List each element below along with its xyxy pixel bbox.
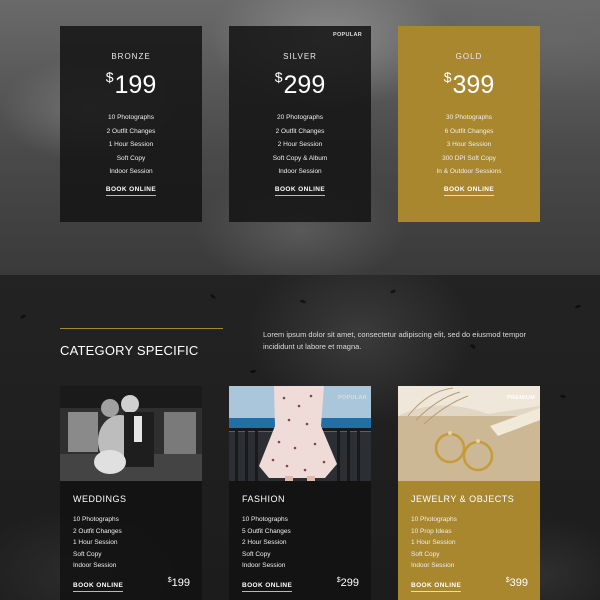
feature-item: 2 Outfit Changes xyxy=(73,527,122,535)
price-amount: 399 xyxy=(509,577,528,589)
bird-print xyxy=(574,304,582,309)
currency-symbol: $ xyxy=(443,69,452,85)
feature-item: 20 Photographs xyxy=(277,114,323,121)
feature-item: 10 Photographs xyxy=(411,516,457,523)
feature-item: Soft Copy xyxy=(411,550,440,558)
feature-item: 3 Hour Session xyxy=(446,141,492,148)
bird-print xyxy=(389,288,397,295)
pricing-card-silver: POPULAR SILVER $299 20 Photographs 2 Out… xyxy=(229,26,371,222)
feature-list: 30 Photographs 6 Outfit Changes 3 Hour S… xyxy=(398,111,540,179)
category-card-weddings: WEDDINGS 10 Photographs 2 Outfit Changes… xyxy=(60,386,202,600)
price: $299 xyxy=(337,577,359,589)
feature-item: 300 DPI Soft Copy xyxy=(442,154,496,162)
feature-item: Indoor Session xyxy=(411,562,455,569)
price-amount: 399 xyxy=(452,71,495,99)
book-online-button[interactable]: BOOK ONLINE xyxy=(443,186,495,196)
currency-symbol: $ xyxy=(105,69,114,85)
category-card-fashion: POPULAR FASHION 10 Photographs 5 Outfit … xyxy=(229,386,371,600)
wedding-couple-photo xyxy=(60,386,202,481)
feature-item: In & Outdoor Sessions xyxy=(436,168,502,175)
category-name: JEWELRY & OBJECTS xyxy=(411,494,515,504)
section-title: CATEGORY SPECIFIC xyxy=(60,343,199,358)
feature-item: 2 Hour Session xyxy=(242,539,287,546)
category-card-jewelry: PREMIUM JEWELRY & OBJECTS 10 Photographs… xyxy=(398,386,540,600)
feature-list: 10 Photographs 10 Prop Ideas 1 Hour Sess… xyxy=(411,514,457,572)
feature-item: 2 Outfit Changes xyxy=(106,127,156,135)
bird-print xyxy=(299,299,307,304)
book-online-button[interactable]: BOOK ONLINE xyxy=(73,582,124,592)
feature-item: 1 Hour Session xyxy=(411,539,456,546)
feature-item: 6 Outfit Changes xyxy=(444,127,494,135)
feature-list: 10 Photographs 5 Outfit Changes 2 Hour S… xyxy=(242,514,291,572)
feature-item: 10 Photographs xyxy=(242,516,288,523)
price-amount: 299 xyxy=(283,71,326,99)
feature-item: Indoor Session xyxy=(242,562,286,569)
bird-print xyxy=(249,369,257,374)
feature-item: 2 Outfit Changes xyxy=(275,127,325,135)
feature-list: 10 Photographs 2 Outfit Changes 1 Hour S… xyxy=(73,514,122,572)
feature-item: 1 Hour Session xyxy=(73,539,118,546)
price-amount: 199 xyxy=(171,577,190,589)
section-description: Lorem ipsum dolor sit amet, consectetur … xyxy=(263,330,527,351)
price: $199 xyxy=(168,577,190,589)
book-online-button[interactable]: BOOK ONLINE xyxy=(105,186,157,196)
feature-item: Indoor Session xyxy=(278,168,322,175)
feature-item: 10 Photographs xyxy=(73,516,119,523)
currency-symbol: $ xyxy=(274,69,283,85)
feature-item: Soft Copy xyxy=(242,550,271,558)
price: $399 xyxy=(398,69,540,101)
price: $399 xyxy=(506,577,528,589)
tier-title: SILVER xyxy=(283,52,317,61)
price-amount: 199 xyxy=(114,71,157,99)
feature-list: 10 Photographs 2 Outfit Changes 1 Hour S… xyxy=(60,111,202,179)
feature-item: 2 Hour Session xyxy=(277,141,323,148)
feature-item: 10 Prop Ideas xyxy=(411,527,452,535)
pricing-card-gold: GOLD $399 30 Photographs 6 Outfit Change… xyxy=(398,26,540,222)
pricing-card-bronze: BRONZE $199 10 Photographs 2 Outfit Chan… xyxy=(60,26,202,222)
feature-list: 20 Photographs 2 Outfit Changes 2 Hour S… xyxy=(229,111,371,179)
feature-item: Indoor Session xyxy=(73,562,117,569)
price: $299 xyxy=(229,69,371,101)
feature-item: Soft Copy xyxy=(116,154,146,162)
bird-print xyxy=(19,313,27,320)
feature-item: Soft Copy xyxy=(73,550,102,558)
feature-item: Soft Copy & Album xyxy=(272,154,328,162)
price-amount: 299 xyxy=(340,577,359,589)
feature-item: 5 Outfit Changes xyxy=(242,527,291,535)
tier-title: GOLD xyxy=(455,52,483,61)
bird-print xyxy=(209,293,217,300)
book-online-button[interactable]: BOOK ONLINE xyxy=(411,582,462,592)
tier-title: BRONZE xyxy=(111,52,151,61)
wedding-photo-art xyxy=(60,386,202,481)
book-online-button[interactable]: BOOK ONLINE xyxy=(274,186,326,196)
bird-print xyxy=(559,394,567,399)
feature-item: Indoor Session xyxy=(109,168,153,175)
premium-badge: PREMIUM xyxy=(507,395,536,401)
feature-item: 30 Photographs xyxy=(446,114,492,121)
category-name: WEDDINGS xyxy=(73,494,127,504)
feature-item: 10 Photographs xyxy=(108,114,154,121)
popular-badge: POPULAR xyxy=(338,395,367,401)
feature-item: 1 Hour Session xyxy=(108,141,154,148)
price: $199 xyxy=(60,69,202,101)
book-online-button[interactable]: BOOK ONLINE xyxy=(242,582,293,592)
popular-badge: POPULAR xyxy=(333,32,362,38)
gold-divider xyxy=(60,328,223,329)
category-name: FASHION xyxy=(242,494,286,504)
